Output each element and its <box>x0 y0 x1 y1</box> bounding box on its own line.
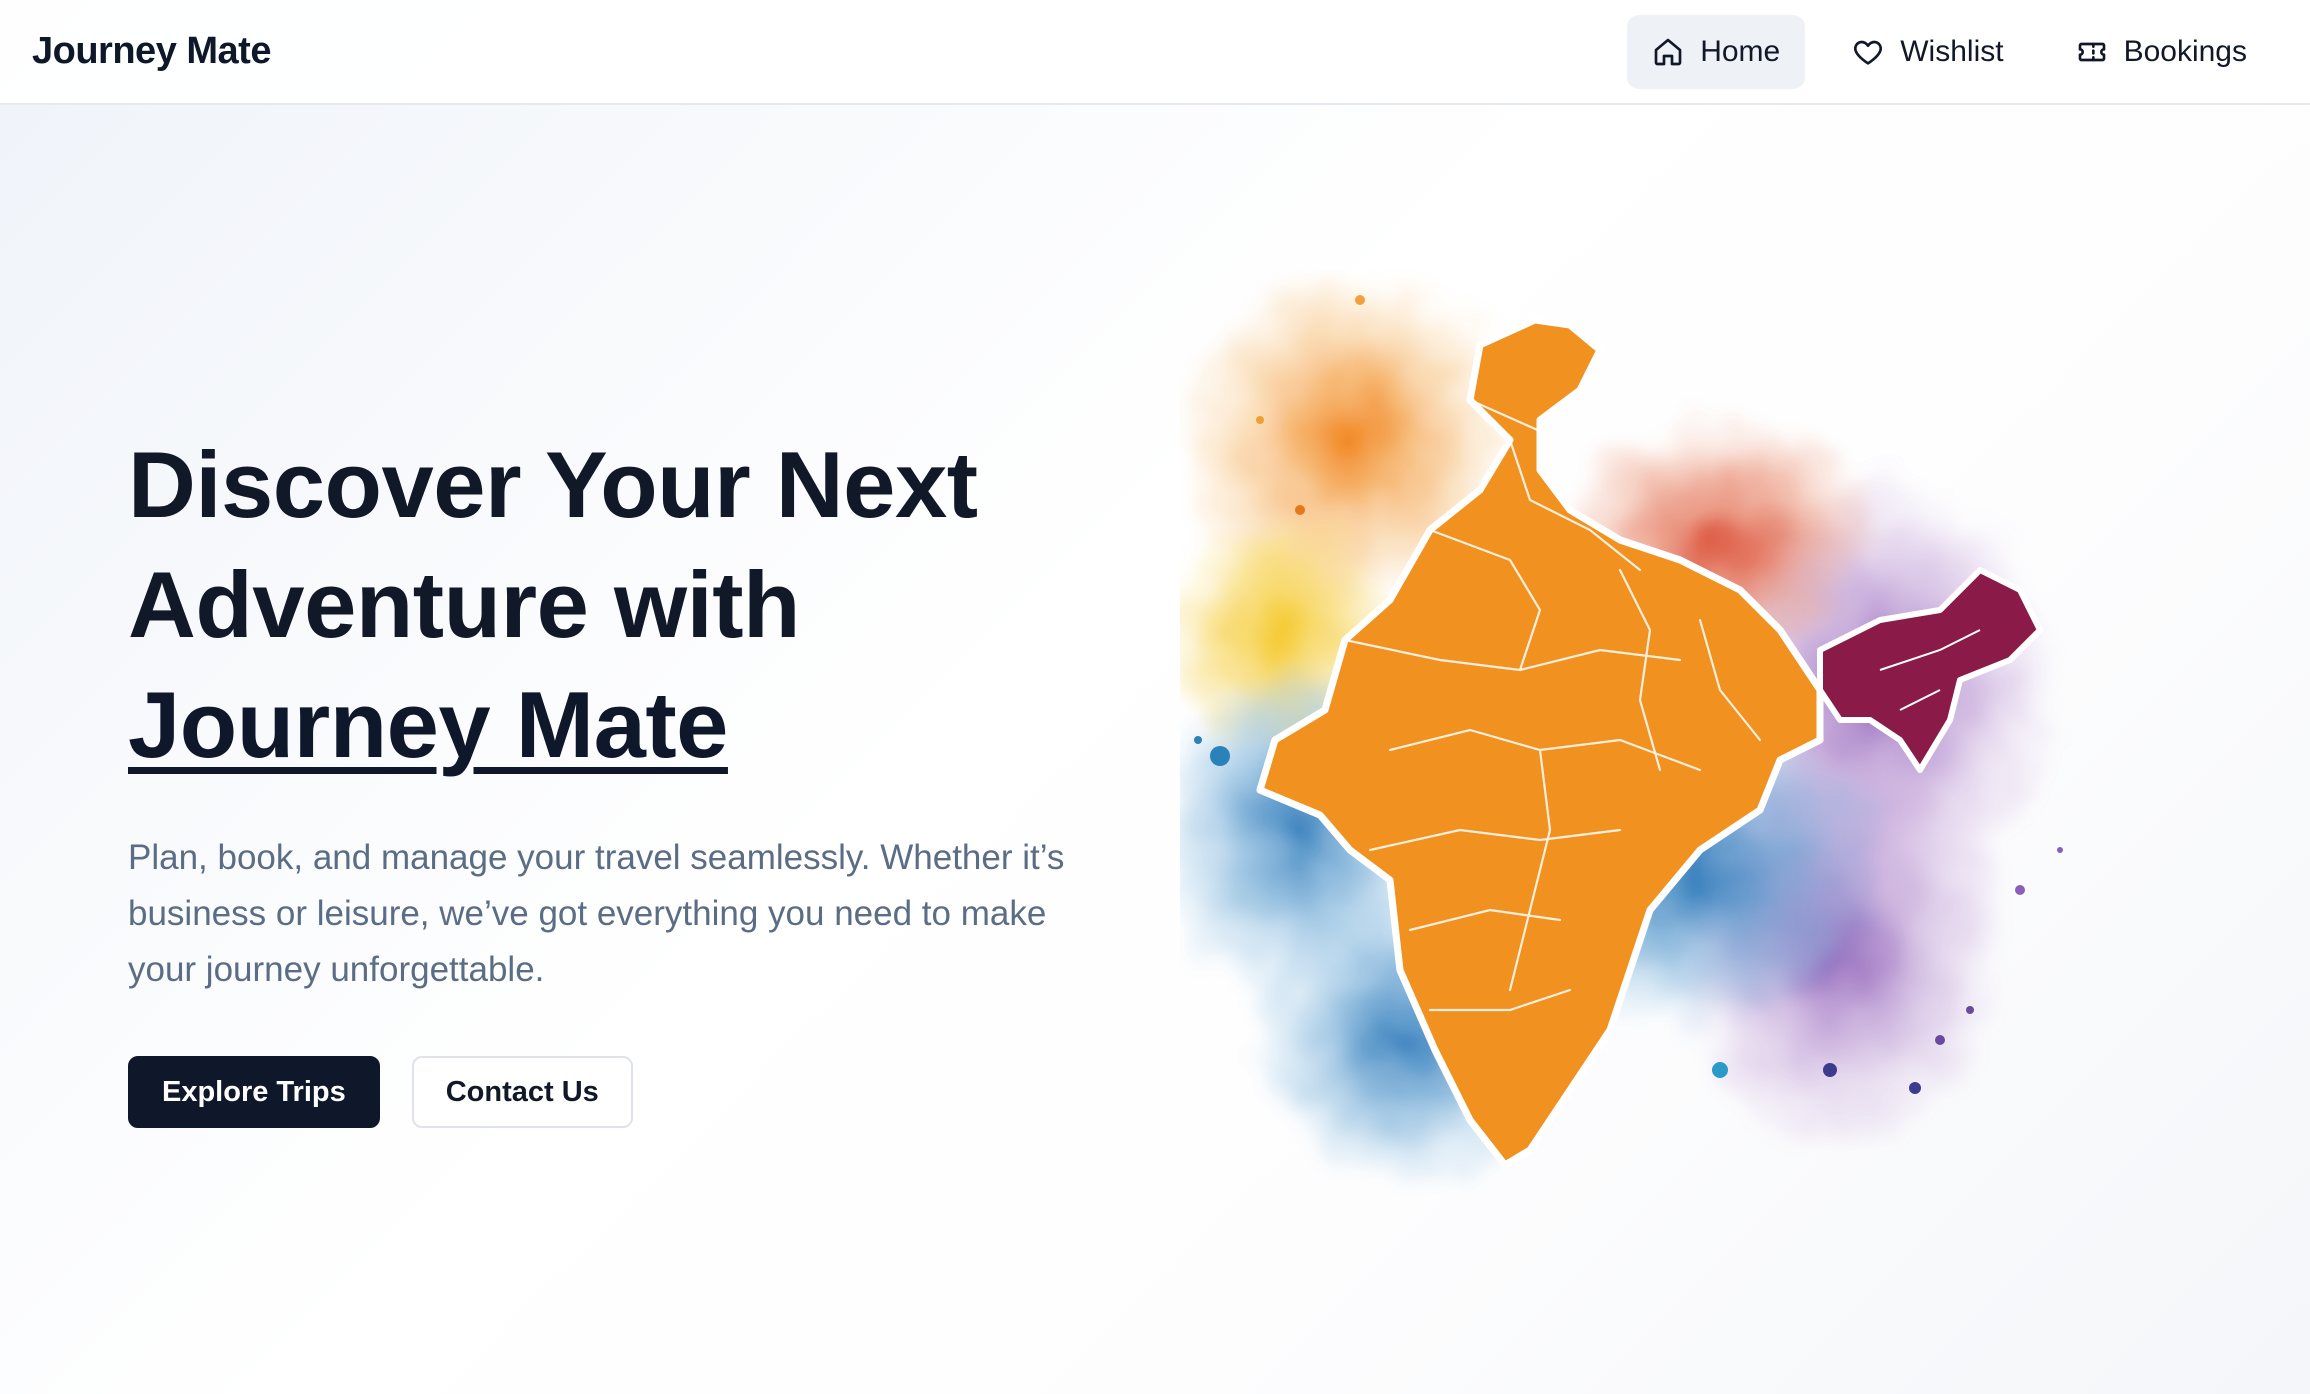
navbar: Journey Mate Home Wishlist Bookings <box>0 0 2310 105</box>
page: Journey Mate Home Wishlist Bookings Disc… <box>0 0 2310 1394</box>
nav-home-label: Home <box>1700 34 1781 68</box>
watercolor-india-map <box>1150 270 2190 1240</box>
heart-icon <box>1854 40 1883 65</box>
home-icon <box>1654 38 1682 65</box>
ticket-icon <box>2078 42 2105 61</box>
nav-bookings-label: Bookings <box>2123 34 2247 68</box>
nav-wishlist-label: Wishlist <box>1900 34 2004 68</box>
nav-home[interactable]: Home <box>1627 14 1806 89</box>
map-illustration <box>1150 270 2063 1190</box>
hero-subtitle: Plan, book, and manage your travel seaml… <box>128 838 1065 989</box>
hero-title-line1: Discover Your Next <box>128 432 978 537</box>
hero-section: Discover Your Next Adventure with Journe… <box>128 425 1128 1128</box>
nav-bookings[interactable]: Bookings <box>2051 15 2272 89</box>
hero-title-brand: Journey Mate <box>128 672 728 777</box>
nav-wishlist[interactable]: Wishlist <box>1827 15 2028 89</box>
hero-title: Discover Your Next Adventure with Journe… <box>128 425 1128 785</box>
explore-trips-button[interactable]: Explore Trips <box>128 1056 380 1128</box>
contact-us-button[interactable]: Contact Us <box>411 1056 633 1128</box>
hero-title-line2: Adventure with <box>128 552 800 657</box>
hero-actions: Explore Trips Contact Us <box>128 1056 1128 1128</box>
main-nav: Home Wishlist Bookings <box>1627 14 2272 89</box>
brand-logo[interactable]: Journey Mate <box>32 30 271 73</box>
